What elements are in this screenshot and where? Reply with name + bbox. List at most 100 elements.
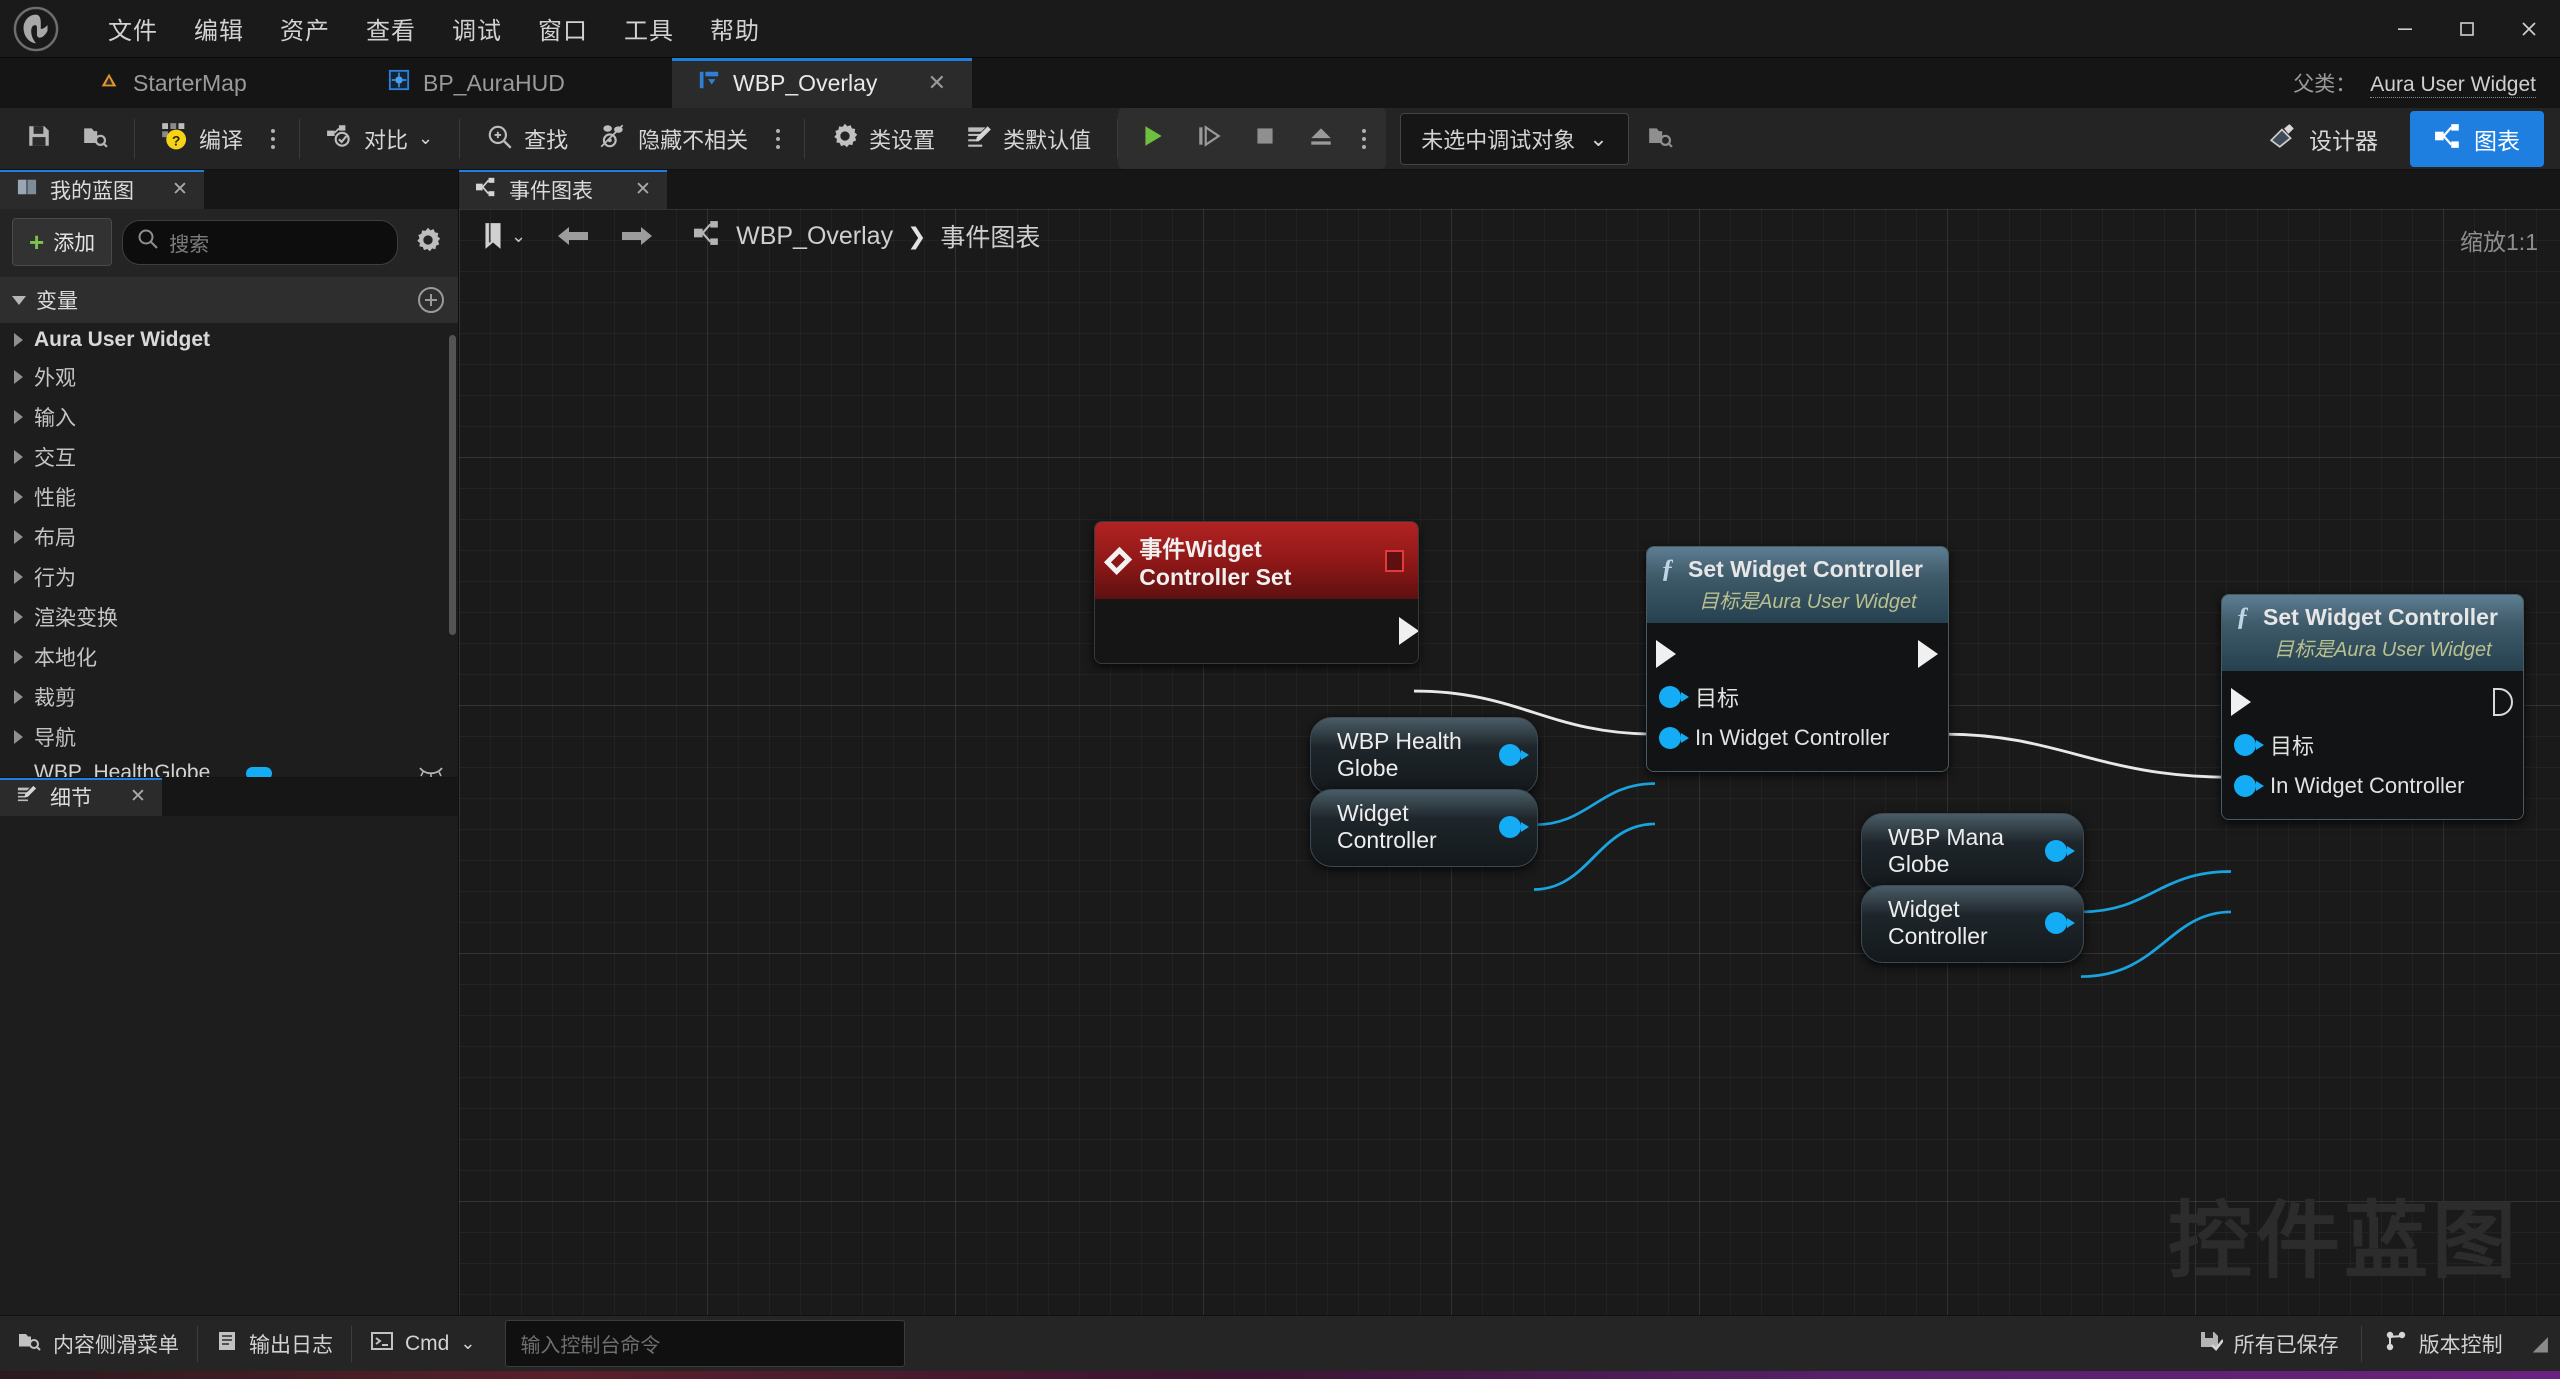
- step-button[interactable]: [1184, 115, 1234, 163]
- node-var-widget-controller-2[interactable]: Widget Controller: [1861, 885, 2084, 963]
- diff-button[interactable]: 对比 ⌄: [314, 115, 445, 163]
- asset-tab-bp-aurahud[interactable]: BP_AuraHUD: [362, 58, 672, 108]
- object-pin-icon[interactable]: [2234, 775, 2264, 797]
- tree-item-interaction[interactable]: 交互: [0, 437, 458, 477]
- pin-target[interactable]: 目标: [2222, 723, 2523, 767]
- variable-type-pill[interactable]: [246, 766, 273, 777]
- play-button[interactable]: [1128, 115, 1178, 163]
- tree-item-render-transform[interactable]: 渲染变换: [0, 597, 458, 637]
- close-icon[interactable]: ✕: [172, 178, 188, 201]
- tree-item-behavior[interactable]: 行为: [0, 557, 458, 597]
- find-button[interactable]: 查找: [474, 115, 580, 163]
- menu-debug[interactable]: 调试: [434, 4, 520, 53]
- asset-tab-startermap[interactable]: StarterMap: [72, 58, 362, 108]
- browse-content-button[interactable]: [70, 115, 120, 163]
- tree-item-navigation[interactable]: 导航: [0, 717, 458, 757]
- tab-my-blueprint[interactable]: 我的蓝图 ✕: [0, 170, 204, 209]
- hide-unrelated-button[interactable]: 隐藏不相关: [586, 115, 760, 163]
- forward-button[interactable]: [612, 217, 662, 255]
- compile-button[interactable]: ? 编译: [149, 114, 255, 164]
- event-delegate-pin[interactable]: [1385, 549, 1404, 572]
- tree-item-layout[interactable]: 布局: [0, 517, 458, 557]
- object-pin-icon[interactable]: [1659, 727, 1689, 749]
- browse-debug-button[interactable]: [1635, 115, 1685, 163]
- pin-in-widget-controller[interactable]: In Widget Controller: [2222, 767, 2523, 805]
- search-input[interactable]: 搜索: [122, 219, 398, 265]
- node-var-wbp-health-globe[interactable]: WBP Health Globe: [1310, 717, 1538, 795]
- debug-options-button[interactable]: [1352, 123, 1376, 155]
- save-button[interactable]: [14, 115, 64, 163]
- menu-file[interactable]: 文件: [90, 4, 176, 53]
- tab-details[interactable]: 细节 ✕: [0, 777, 162, 816]
- exec-output-pin[interactable]: [2493, 688, 2513, 716]
- node-var-widget-controller-1[interactable]: Widget Controller: [1310, 789, 1538, 867]
- tree-item-appearance[interactable]: 外观: [0, 357, 458, 397]
- pin-in-widget-controller[interactable]: In Widget Controller: [1647, 719, 1948, 757]
- blueprint-graph-canvas[interactable]: ⌄ WBP_Overlay ❯ 事件图表 缩放1:1 控件蓝图 事件Widget…: [459, 209, 2560, 1315]
- cmd-dropdown-button[interactable]: Cmd ⌄: [352, 1322, 493, 1366]
- tab-event-graph[interactable]: 事件图表 ✕: [459, 170, 667, 209]
- close-icon[interactable]: ✕: [130, 785, 146, 808]
- object-pin-icon[interactable]: [1499, 816, 1529, 838]
- object-pin-icon[interactable]: [1499, 744, 1529, 766]
- resize-grip-icon[interactable]: ◢: [2533, 1331, 2548, 1356]
- add-variable-button[interactable]: [418, 287, 444, 313]
- tree-item-clipping[interactable]: 裁剪: [0, 677, 458, 717]
- node-set-widget-controller-2[interactable]: ƒ Set Widget Controller 目标是Aura User Wid…: [2221, 594, 2524, 820]
- unreal-engine-logo[interactable]: [0, 0, 72, 58]
- close-icon[interactable]: ✕: [635, 178, 651, 201]
- designer-mode-button[interactable]: 设计器: [2245, 111, 2402, 167]
- object-pin-icon[interactable]: [1659, 686, 1689, 708]
- breadcrumb-item-blueprint[interactable]: WBP_Overlay: [736, 222, 893, 251]
- graph-mode-button[interactable]: 图表: [2410, 110, 2544, 167]
- variable-wbp-healthglobe[interactable]: WBP_HealthGlobe: [0, 757, 458, 777]
- all-saved-button[interactable]: 所有已保存: [2181, 1321, 2357, 1367]
- exec-input-pin[interactable]: [1656, 640, 1676, 668]
- tree-item-aura-user-widget[interactable]: Aura User Widget: [0, 323, 458, 357]
- node-var-wbp-mana-globe[interactable]: WBP Mana Globe: [1861, 813, 2084, 891]
- section-variables[interactable]: 变量: [0, 277, 458, 323]
- output-log-button[interactable]: 输出日志: [198, 1321, 351, 1367]
- menu-edit[interactable]: 编辑: [176, 4, 262, 53]
- back-button[interactable]: [548, 217, 598, 255]
- exec-output-pin[interactable]: [1918, 640, 1938, 668]
- bookmark-button[interactable]: ⌄: [473, 216, 534, 256]
- debug-object-dropdown[interactable]: 未选中调试对象 ⌄: [1400, 112, 1629, 165]
- parent-class-link[interactable]: Aura User Widget: [2370, 73, 2536, 98]
- add-button[interactable]: + 添加: [12, 218, 113, 266]
- menu-view[interactable]: 查看: [348, 4, 434, 53]
- node-event-widget-controller-set[interactable]: 事件Widget Controller Set: [1094, 521, 1419, 664]
- exec-input-pin[interactable]: [2231, 688, 2251, 716]
- close-button[interactable]: [2498, 0, 2560, 58]
- stop-button[interactable]: [1240, 115, 1290, 163]
- object-pin-icon[interactable]: [2234, 734, 2264, 756]
- tree-item-performance[interactable]: 性能: [0, 477, 458, 517]
- compile-options-button[interactable]: [261, 123, 285, 155]
- vertical-scrollbar[interactable]: [449, 335, 456, 635]
- maximize-button[interactable]: [2436, 0, 2498, 58]
- eject-button[interactable]: [1296, 115, 1346, 163]
- object-pin-icon[interactable]: [2045, 840, 2075, 862]
- minimize-button[interactable]: [2374, 0, 2436, 58]
- exec-output-pin[interactable]: [1399, 617, 1418, 645]
- my-blueprint-settings-button[interactable]: [408, 222, 446, 263]
- pin-target[interactable]: 目标: [1647, 675, 1948, 719]
- hide-unrelated-options-button[interactable]: [766, 123, 790, 155]
- console-command-input[interactable]: 输入控制台命令: [505, 1320, 906, 1367]
- object-pin-icon[interactable]: [2045, 912, 2075, 934]
- content-drawer-button[interactable]: 内容侧滑菜单: [0, 1321, 197, 1367]
- breadcrumb-item-graph[interactable]: 事件图表: [940, 218, 1040, 254]
- source-control-button[interactable]: 版本控制: [2366, 1321, 2521, 1367]
- node-set-widget-controller-1[interactable]: ƒ Set Widget Controller 目标是Aura User Wid…: [1646, 546, 1949, 772]
- close-icon[interactable]: ✕: [904, 70, 946, 96]
- menu-asset[interactable]: 资产: [262, 4, 348, 53]
- class-defaults-button[interactable]: 类默认值: [953, 115, 1103, 163]
- tree-item-localization[interactable]: 本地化: [0, 637, 458, 677]
- eye-closed-icon[interactable]: [418, 762, 444, 777]
- menu-window[interactable]: 窗口: [520, 4, 606, 53]
- menu-help[interactable]: 帮助: [692, 4, 778, 53]
- menu-tools[interactable]: 工具: [606, 4, 692, 53]
- asset-tab-wbp-overlay[interactable]: WBP_Overlay ✕: [672, 58, 972, 108]
- tree-item-input[interactable]: 输入: [0, 397, 458, 437]
- class-settings-button[interactable]: 类设置: [819, 114, 947, 164]
